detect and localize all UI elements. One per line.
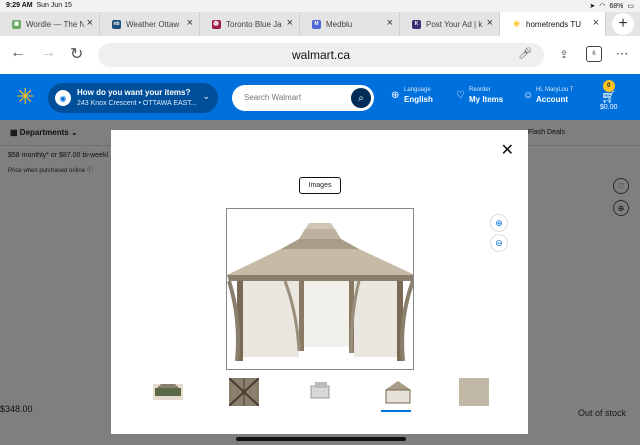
language-link[interactable]: ⊕ Language English	[391, 87, 433, 104]
image-viewer-modal: ✕ Images ⊕ ⊖	[111, 130, 528, 434]
tab-label: Medblu	[326, 19, 353, 29]
location-icon: ➤	[589, 3, 596, 10]
language-big: English	[404, 95, 433, 104]
store-address: 243 Knox Crescent • OTTAWA EAST...	[77, 100, 197, 107]
reload-icon[interactable]: ↻	[70, 44, 83, 64]
tab-label: hometrends TU	[526, 19, 581, 29]
cart-icon: 🛒︎	[601, 90, 617, 104]
address-url: walmart.ca	[291, 48, 350, 62]
zoom-out-icon[interactable]: ⊖	[490, 234, 508, 252]
account-big: Account	[536, 95, 568, 104]
url-bar: ← → ↻ walmart.ca 🎤︎ ⇪ 6 ⋯	[0, 36, 640, 74]
tab-label: Weather Ottaw	[126, 19, 180, 29]
tab-close-icon[interactable]: ×	[593, 17, 599, 29]
tab-favicon-icon: ▦	[12, 19, 21, 29]
chevron-down-icon: ⌄	[202, 91, 210, 101]
store-selector[interactable]: ◉ How do you want your items? 243 Knox C…	[48, 83, 218, 113]
thumbnail-4-selected[interactable]	[381, 378, 413, 412]
gazebo-image	[227, 223, 415, 362]
cart-button[interactable]: 0 🛒︎ $0.00	[600, 80, 618, 111]
home-indicator[interactable]	[236, 437, 406, 441]
close-icon[interactable]: ✕	[501, 140, 514, 160]
thumbnail-image	[153, 384, 183, 400]
tab-favicon-icon: M	[312, 19, 321, 29]
account-link[interactable]: ☺ Hi, MaryLou T Account	[523, 87, 574, 104]
browser-tab[interactable]: ▦ Wordle — The N ×	[0, 12, 100, 36]
tab-favicon-icon: K	[412, 19, 421, 29]
battery-percent: 68%	[609, 2, 624, 10]
tab-label: Post Your Ad | k	[426, 19, 483, 29]
tab-close-icon[interactable]: ×	[87, 17, 93, 29]
browser-tab[interactable]: nb Weather Ottaw ×	[100, 12, 200, 36]
tab-close-icon[interactable]: ×	[387, 17, 393, 29]
thumbnail-image	[310, 382, 330, 399]
status-right: ➤ ◠ 68% ▭	[589, 2, 634, 11]
walmart-spark-icon[interactable]: ✳	[16, 86, 34, 108]
language-small: Language	[404, 87, 431, 93]
tab-overview-button[interactable]: 6	[586, 46, 602, 62]
thumbnail-2[interactable]	[228, 377, 260, 407]
tab-favicon-icon: nb	[112, 19, 121, 29]
user-icon: ☺	[523, 90, 534, 101]
tab-bar: ▦ Wordle — The N × nb Weather Ottaw × ⚾ Toron…	[0, 12, 640, 36]
share-icon[interactable]: ⇪	[556, 46, 572, 62]
wifi-icon: ◠	[599, 3, 606, 10]
back-icon[interactable]: ←	[10, 44, 26, 62]
browser-tab-active[interactable]: ✳ hometrends TU ×	[500, 12, 606, 36]
address-field[interactable]: walmart.ca 🎤︎	[98, 43, 544, 67]
thumbnail-3[interactable]	[305, 378, 335, 406]
main-product-image	[226, 208, 415, 370]
browser-tab[interactable]: M Medblu ×	[300, 12, 400, 36]
thumbnail-image	[459, 378, 489, 406]
cart-total: $0.00	[600, 104, 618, 111]
zoom-in-icon[interactable]: ⊕	[490, 214, 508, 232]
thumbnail-1[interactable]	[153, 378, 183, 406]
more-options-icon[interactable]: ⋯	[614, 46, 630, 62]
thumbnail-5[interactable]	[459, 378, 489, 406]
status-time: 9:29 AM Sun Jun 15	[6, 2, 72, 9]
reorder-link[interactable]: ♡ Reorder My Items	[456, 87, 504, 104]
reorder-small: Reorder	[469, 87, 491, 93]
search-input[interactable]: Search Walmart ⌕	[232, 85, 374, 111]
tab-label: Wordle — The N	[26, 19, 84, 29]
reorder-big: My Items	[469, 95, 504, 104]
new-tab-button[interactable]: +	[612, 13, 634, 35]
heart-icon: ♡	[456, 90, 465, 101]
thumbnail-image	[385, 381, 411, 404]
tab-favicon-icon: ⚾	[212, 19, 221, 29]
tab-close-icon[interactable]: ×	[287, 17, 293, 29]
battery-icon: ▭	[627, 3, 634, 10]
store-title: How do you want your items?	[77, 88, 191, 97]
tab-close-icon[interactable]: ×	[187, 17, 193, 29]
search-icon[interactable]: ⌕	[351, 88, 371, 108]
search-placeholder: Search Walmart	[244, 93, 302, 102]
forward-icon[interactable]: →	[40, 44, 56, 62]
images-tab[interactable]: Images	[299, 177, 341, 194]
browser-tab[interactable]: K Post Your Ad | k ×	[400, 12, 500, 36]
account-small: Hi, MaryLou T	[536, 87, 574, 93]
walmart-header: ✳ ◉ How do you want your items? 243 Knox…	[0, 74, 640, 120]
tab-close-icon[interactable]: ×	[487, 17, 493, 29]
microphone-icon[interactable]: 🎤︎	[518, 47, 532, 60]
delivery-icon: ◉	[55, 90, 71, 106]
tab-label: Toronto Blue Ja	[226, 19, 282, 29]
browser-tab[interactable]: ⚾ Toronto Blue Ja ×	[200, 12, 300, 36]
status-bar: 9:29 AM Sun Jun 15 ➤ ◠ 68% ▭	[0, 0, 640, 12]
globe-icon: ⊕	[391, 90, 400, 101]
tab-favicon-icon: ✳	[512, 18, 521, 29]
thumbnail-image	[228, 377, 260, 407]
